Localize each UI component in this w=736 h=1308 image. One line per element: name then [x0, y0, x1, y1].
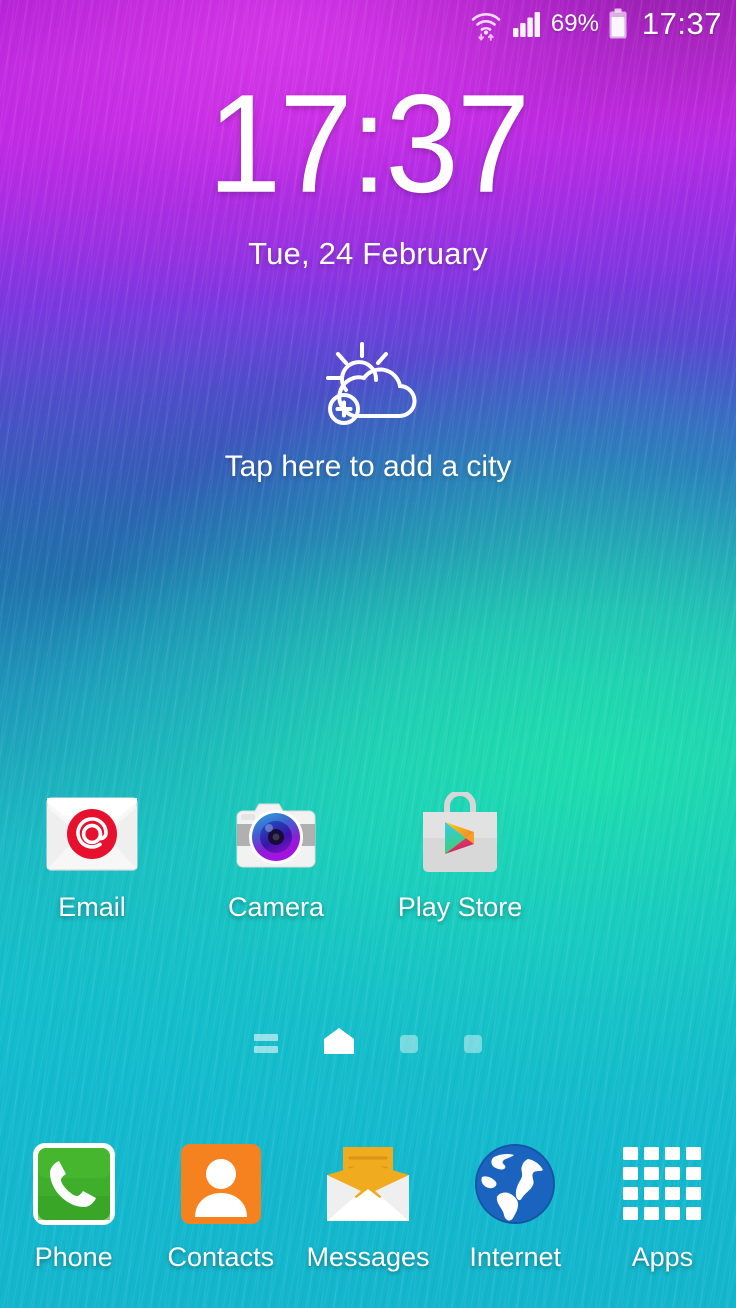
page-indicator-home-icon[interactable] — [324, 1028, 354, 1059]
weather-widget-label: Tap here to add a city — [224, 450, 512, 483]
dock-label-internet: Internet — [469, 1242, 561, 1272]
home-app-row: Email Camera Play Store — [0, 790, 552, 923]
dock-label-apps: Apps — [631, 1242, 694, 1272]
apps-grid-icon — [589, 1138, 736, 1230]
play-store-bag-icon — [368, 790, 552, 878]
camera-icon — [184, 790, 368, 878]
clock-widget-time: 17:37 — [207, 65, 530, 222]
status-bar[interactable]: 69% 17:37 — [0, 0, 736, 48]
cellular-signal-icon — [512, 10, 542, 38]
page-indicator-dot-3[interactable] — [400, 1034, 418, 1053]
dock-icon-messages[interactable]: Messages — [294, 1138, 441, 1273]
app-icon-email[interactable]: Email — [0, 790, 184, 923]
clock-widget[interactable]: 17:37 Tue, 24 February — [0, 74, 736, 272]
dock-label-phone: Phone — [34, 1242, 113, 1272]
page-indicator-dot-4[interactable] — [464, 1034, 482, 1053]
weather-widget[interactable]: Tap here to add a city — [0, 338, 736, 484]
dock-icon-internet[interactable]: Internet — [442, 1138, 589, 1273]
messages-envelope-icon — [294, 1138, 441, 1230]
app-icon-camera[interactable]: Camera — [184, 790, 368, 923]
clock-widget-date: Tue, 24 February — [248, 236, 488, 271]
app-icon-play-store[interactable]: Play Store — [368, 790, 552, 923]
status-bar-clock: 17:37 — [641, 6, 722, 41]
dock: Phone Contacts Messages Internet Apps — [0, 1128, 736, 1308]
app-label-camera: Camera — [227, 892, 325, 922]
dock-icon-contacts[interactable]: Contacts — [147, 1138, 294, 1273]
page-indicator-briefing-icon[interactable] — [254, 1034, 278, 1053]
page-indicator[interactable] — [0, 1028, 736, 1059]
phone-handset-icon — [0, 1138, 147, 1230]
battery-percent-label: 69% — [550, 10, 599, 37]
sun-cloud-add-icon — [0, 338, 736, 434]
app-label-email: Email — [58, 892, 126, 922]
app-label-play-store: Play Store — [397, 892, 523, 922]
home-screen: 69% 17:37 17:37 Tue, 24 February Tap her… — [0, 0, 736, 1308]
dock-icon-apps[interactable]: Apps — [589, 1138, 736, 1273]
dock-label-messages: Messages — [306, 1242, 430, 1272]
dock-label-contacts: Contacts — [167, 1242, 275, 1272]
email-envelope-at-icon — [0, 790, 184, 878]
contacts-person-icon — [147, 1138, 294, 1230]
wifi-icon — [469, 7, 503, 41]
battery-icon — [608, 8, 628, 40]
dock-icon-phone[interactable]: Phone — [0, 1138, 147, 1273]
globe-icon — [442, 1138, 589, 1230]
